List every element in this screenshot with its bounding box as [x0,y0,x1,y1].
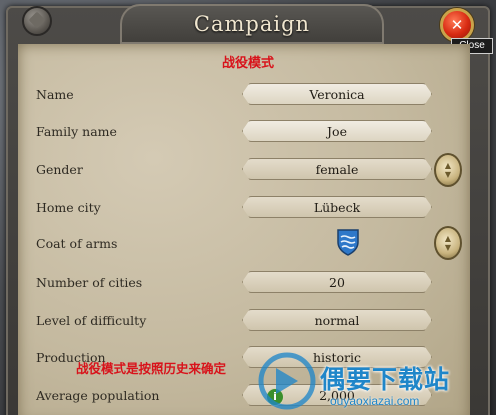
family-name-field[interactable]: Joe [242,120,432,142]
title-tab: Campaign [120,4,384,44]
annotation-subtitle: 战役模式 [221,56,274,71]
home-city-field[interactable]: Lübeck [242,196,432,218]
watermark-text: 偶要下载站 [320,365,451,394]
arrow-up-icon[interactable]: ▲ [445,161,451,170]
gender-spinner[interactable]: ▲ ▼ [434,153,462,187]
arrow-up-icon[interactable]: ▲ [445,234,451,243]
watermark-url: ouyaoxiazai.com [330,394,420,408]
name-label: Name [36,87,74,102]
game-scene: Campaign ✕ Close 战役模式 Name Veronica Fami… [0,0,496,415]
name-field[interactable]: Veronica [242,83,432,105]
number-of-cities-field[interactable]: 20 [242,271,432,293]
home-city-label: Home city [36,200,101,215]
arrow-down-icon[interactable]: ▼ [445,170,451,179]
number-of-cities-label: Number of cities [36,275,143,290]
coat-of-arms-label: Coat of arms [36,236,118,251]
arrow-down-icon[interactable]: ▼ [445,243,451,252]
average-population-label: Average population [36,388,160,403]
gender-label: Gender [36,162,83,177]
difficulty-label: Level of difficulty [36,313,147,328]
emblem-icon [22,6,52,36]
watermark-logo-icon [258,352,316,410]
difficulty-field[interactable]: normal [242,309,432,331]
gender-field: female [242,158,432,180]
close-icon: ✕ [450,16,464,34]
family-name-label: Family name [36,124,117,139]
close-button[interactable]: ✕ [440,8,474,42]
coat-of-arms-shield-icon [337,229,359,256]
coat-of-arms-spinner[interactable]: ▲ ▼ [434,226,462,260]
dialog-title: Campaign [193,12,311,36]
